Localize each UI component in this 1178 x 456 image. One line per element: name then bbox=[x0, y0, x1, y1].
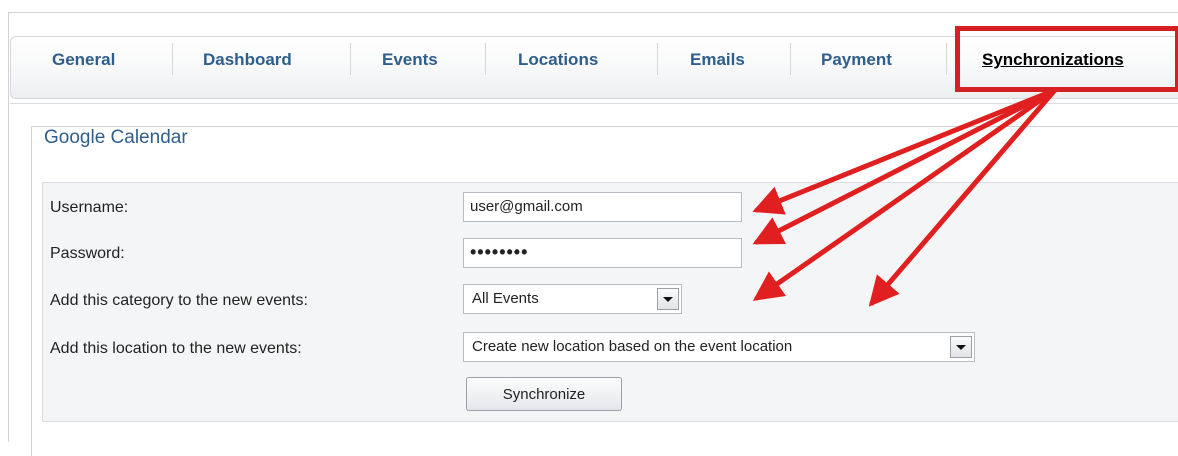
password-label: Password: bbox=[50, 245, 125, 262]
synchronize-button[interactable]: Synchronize bbox=[466, 377, 622, 411]
active-tab-highlight bbox=[955, 26, 1178, 92]
password-field[interactable]: •••••••• bbox=[463, 238, 742, 268]
tab-separator bbox=[350, 43, 351, 75]
tab-separator bbox=[485, 43, 486, 75]
category-selected-value: All Events bbox=[472, 290, 539, 307]
username-field[interactable]: user@gmail.com bbox=[463, 192, 742, 222]
section-legend: Google Calendar bbox=[42, 127, 190, 149]
tab-emails[interactable]: Emails bbox=[690, 46, 745, 74]
tab-dashboard[interactable]: Dashboard bbox=[203, 46, 292, 74]
location-label: Add this location to the new events: bbox=[50, 340, 302, 357]
location-select[interactable]: Create new location based on the event l… bbox=[463, 332, 975, 362]
tab-locations[interactable]: Locations bbox=[518, 46, 598, 74]
tab-events[interactable]: Events bbox=[382, 46, 438, 74]
tab-separator bbox=[172, 43, 173, 75]
tab-separator bbox=[946, 43, 947, 75]
tab-separator bbox=[657, 43, 658, 75]
location-selected-value: Create new location based on the event l… bbox=[472, 338, 793, 355]
tab-separator bbox=[790, 43, 791, 75]
username-label: Username: bbox=[50, 199, 129, 216]
category-label: Add this category to the new events: bbox=[50, 292, 308, 309]
tab-payment[interactable]: Payment bbox=[821, 46, 892, 74]
category-select[interactable]: All Events bbox=[463, 284, 682, 314]
tab-general[interactable]: General bbox=[52, 46, 115, 74]
chevron-down-icon[interactable] bbox=[950, 336, 972, 358]
chevron-down-icon[interactable] bbox=[657, 288, 679, 310]
content-divider bbox=[10, 103, 1178, 104]
